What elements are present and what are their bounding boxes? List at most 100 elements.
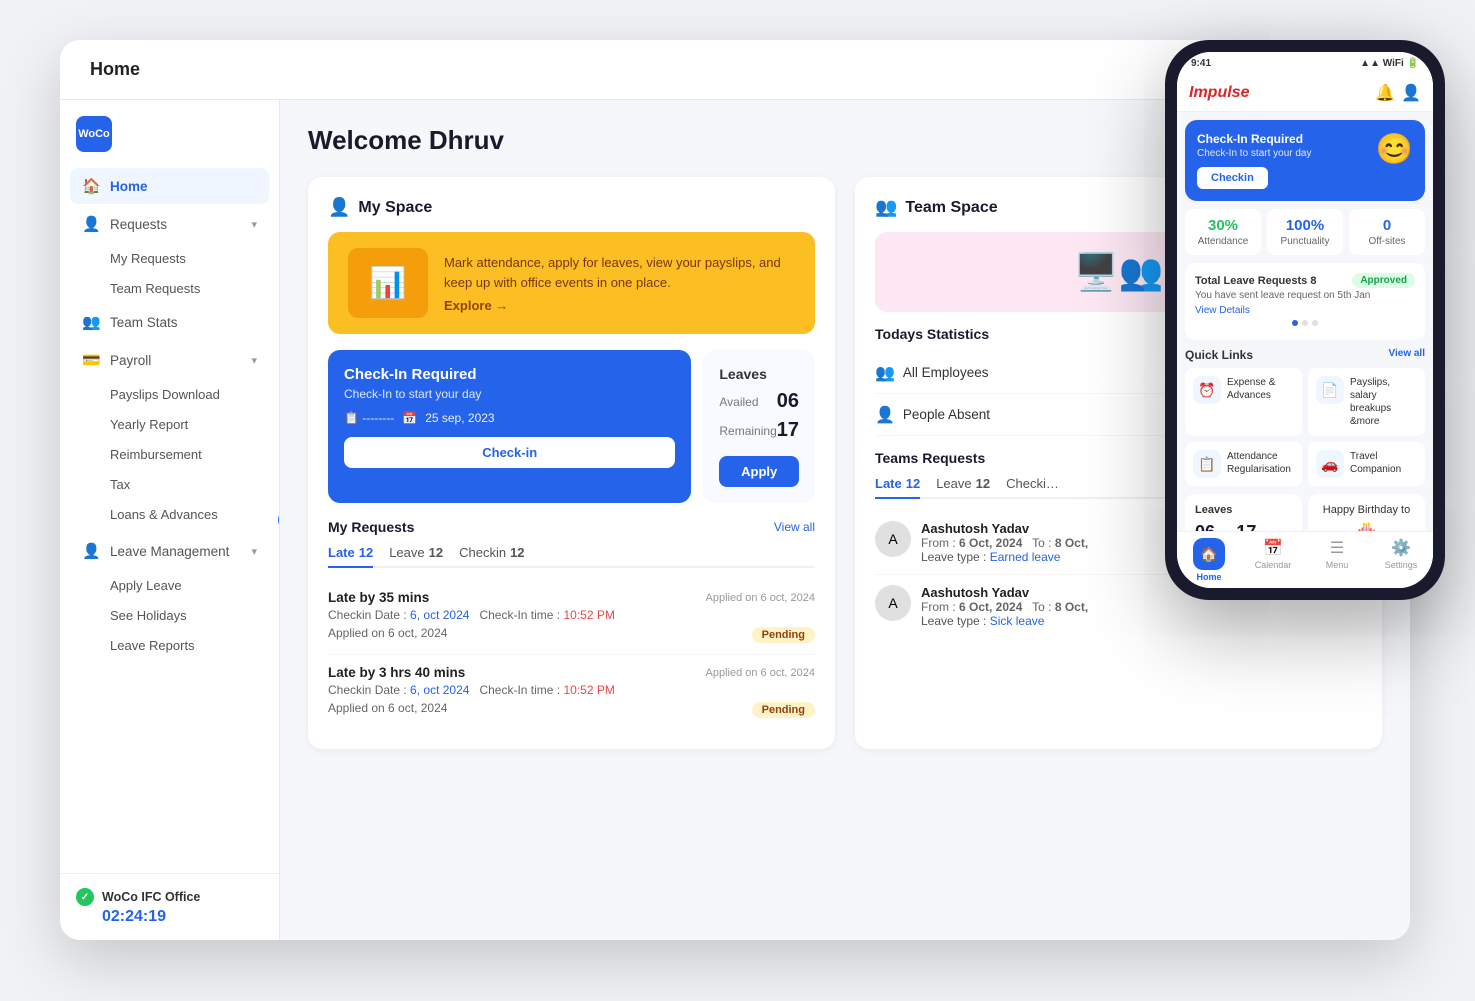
ql-attendance[interactable]: 📋 Attendance Regularisation: [1185, 442, 1302, 486]
sidebar-bottom: ✓ WoCo IFC Office 02:24:19: [60, 873, 279, 940]
phone-nav-home[interactable]: 🏠 Home: [1177, 538, 1241, 582]
sidebar-item-home[interactable]: 🏠 Home: [70, 168, 269, 204]
sidebar-subitem-yearly-report[interactable]: Yearly Report: [70, 410, 269, 439]
sidebar-subitem-reimbursement[interactable]: Reimbursement: [70, 440, 269, 469]
tab-leave[interactable]: Leave 12: [389, 545, 443, 566]
expense-icon: ⏰: [1193, 376, 1221, 404]
phone-attendance-stat: 30% Attendance: [1185, 209, 1261, 255]
sidebar-home-label: Home: [110, 179, 257, 194]
sidebar-subitem-apply-leave[interactable]: Apply Leave: [70, 571, 269, 600]
phone-nav-settings[interactable]: ⚙️ Settings: [1369, 538, 1433, 582]
team-stats-icon: 👥: [82, 313, 100, 331]
phone-quicklinks-grid: ⏰ Expense & Advances 📄 Payslips, salary …: [1185, 368, 1425, 486]
checkin-card: Check-In Required Check-In to start your…: [328, 350, 691, 503]
tab-late[interactable]: Late 12: [328, 545, 373, 568]
sidebar-subitem-leave-reports[interactable]: Leave Reports: [70, 631, 269, 660]
phone-nav-menu[interactable]: ☰ Menu: [1305, 538, 1369, 582]
offsites-value: 0: [1357, 217, 1417, 234]
checkin-button[interactable]: Check-in: [344, 437, 675, 468]
checkin-date-row: 📋 -------- 📅 25 sep, 2023: [344, 411, 675, 425]
sidebar-payroll-label: Payroll: [110, 353, 241, 368]
request-meta: Checkin Date : 6, oct 2024 Check-In time…: [328, 608, 815, 622]
explore-link[interactable]: Explore →: [444, 298, 795, 313]
attendance-value: 30%: [1193, 217, 1253, 234]
travel-icon: 🚗: [1316, 450, 1344, 478]
people-absent-label-group: 👤 People Absent: [875, 405, 990, 425]
phone-leaves-title: Leaves: [1195, 504, 1292, 516]
sidebar-item-requests[interactable]: 👤 Requests ▾: [70, 206, 269, 242]
sidebar-item-team-stats[interactable]: 👥 Team Stats: [70, 304, 269, 340]
phone-stats-row: 30% Attendance 100% Punctuality 0 Off-si…: [1185, 209, 1425, 255]
phone-leave-status: Approved: [1352, 273, 1415, 288]
ql-expense[interactable]: ⏰ Expense & Advances: [1185, 368, 1302, 436]
my-requests-header: My Requests View all: [328, 519, 815, 535]
leaves-remaining-row: Remaining 17: [719, 419, 799, 442]
tab-team-leave[interactable]: Leave 12: [936, 476, 990, 497]
payroll-icon: 💳: [82, 351, 100, 369]
request-applied-sub: Applied on 6 oct, 2024: [328, 701, 447, 715]
view-all-link[interactable]: View all: [774, 520, 815, 534]
request-item: Late by 35 mins Applied on 6 oct, 2024 C…: [328, 580, 815, 655]
sidebar-requests-label: Requests: [110, 217, 241, 232]
banner-illustration: 📊: [348, 248, 428, 318]
sidebar-item-payroll[interactable]: 💳 Payroll ▾: [70, 342, 269, 378]
dot-2: [1302, 320, 1308, 326]
all-employees-label: All Employees: [903, 365, 989, 380]
banner-description: Mark attendance, apply for leaves, view …: [444, 253, 795, 292]
apply-leave-button[interactable]: Apply: [719, 456, 799, 487]
request-applied: Applied on 6 oct, 2024: [706, 592, 815, 604]
sidebar-subitem-loans[interactable]: Loans & Advances: [70, 500, 269, 529]
checkin-calendar-icon: 📅: [402, 411, 417, 425]
request-applied: Applied on 6 oct, 2024: [706, 667, 815, 679]
phone-checkin-button[interactable]: Checkin: [1197, 167, 1268, 189]
request-item-header: Late by 35 mins Applied on 6 oct, 2024: [328, 590, 815, 605]
sidebar-subitem-payslips[interactable]: Payslips Download: [70, 380, 269, 409]
phone-content: Check-In Required Check-In to start your…: [1177, 112, 1433, 531]
checkin-section: Check-In Required Check-In to start your…: [328, 350, 815, 503]
bday-title: Happy Birthday to: [1318, 504, 1415, 516]
home-nav-icon: 🏠: [1193, 538, 1225, 570]
ql-payslips-label: Payslips, salary breakups &more: [1350, 376, 1417, 428]
header-title: Home: [90, 59, 1248, 80]
dot-1: [1292, 320, 1298, 326]
availed-value: 06: [777, 390, 799, 413]
view-details-link[interactable]: View Details: [1195, 305, 1415, 316]
phone-punctuality-stat: 100% Punctuality: [1267, 209, 1343, 255]
sidebar-subitem-see-holidays[interactable]: See Holidays: [70, 601, 269, 630]
phone-notification-icon[interactable]: 🔔: [1375, 83, 1395, 103]
tab-team-late[interactable]: Late 12: [875, 476, 920, 499]
phone-user-icon[interactable]: 👤: [1401, 83, 1421, 103]
sidebar-subitem-team-requests[interactable]: Team Requests: [70, 274, 269, 303]
phone-leaves-availed: 06 Availed: [1195, 522, 1224, 531]
tab-checkin[interactable]: Checkin 12: [459, 545, 524, 566]
phone-offsites-stat: 0 Off-sites: [1349, 209, 1425, 255]
welcome-title: Welcome Dhruv: [308, 125, 504, 156]
quick-links-view-all[interactable]: View all: [1388, 348, 1425, 362]
sidebar-subitem-my-requests[interactable]: My Requests: [70, 244, 269, 273]
ql-travel[interactable]: 🚗 Travel Companion: [1308, 442, 1425, 486]
tab-team-checkin[interactable]: Checki…: [1006, 476, 1059, 497]
sidebar-subitem-tax[interactable]: Tax: [70, 470, 269, 499]
phone-icons: ▲▲ WiFi 🔋: [1360, 58, 1419, 69]
phone-header-icons: 🔔 👤: [1375, 83, 1421, 103]
employees-icon: 👥: [875, 363, 895, 383]
phone-quick-links-header: Quick Links View all: [1185, 348, 1425, 362]
chevron-down-icon: ▾: [251, 545, 257, 558]
phone-time: 9:41: [1191, 58, 1211, 69]
calendar-nav-label: Calendar: [1255, 560, 1292, 570]
phone-status-bar: 9:41 ▲▲ WiFi 🔋: [1177, 52, 1433, 75]
phone-checkin-title: Check-In Required: [1197, 132, 1368, 146]
ql-payslips[interactable]: 📄 Payslips, salary breakups &more: [1308, 368, 1425, 436]
request-item-header: Late by 3 hrs 40 mins Applied on 6 oct, …: [328, 665, 815, 680]
leaves-info: Leaves Availed 06 Remaining 17 Apply: [703, 350, 815, 503]
sidebar-item-leave-management[interactable]: 👤 Leave Management ▾: [70, 533, 269, 569]
remaining-value: 17: [777, 419, 799, 442]
phone-nav-calendar[interactable]: 📅 Calendar: [1241, 538, 1305, 582]
ql-expense-label: Expense & Advances: [1227, 376, 1294, 402]
request-applied-sub: Applied on 6 oct, 2024: [328, 626, 447, 640]
request-item: Late by 3 hrs 40 mins Applied on 6 oct, …: [328, 655, 815, 729]
team-req-type: Leave type : Sick leave: [921, 614, 1362, 628]
phone-birthday-card: Happy Birthday to 🎂 Shruti Ahlawat +2 mo…: [1308, 494, 1425, 531]
all-employees-label-group: 👥 All Employees: [875, 363, 988, 383]
logo-box: WoCo: [76, 116, 112, 152]
